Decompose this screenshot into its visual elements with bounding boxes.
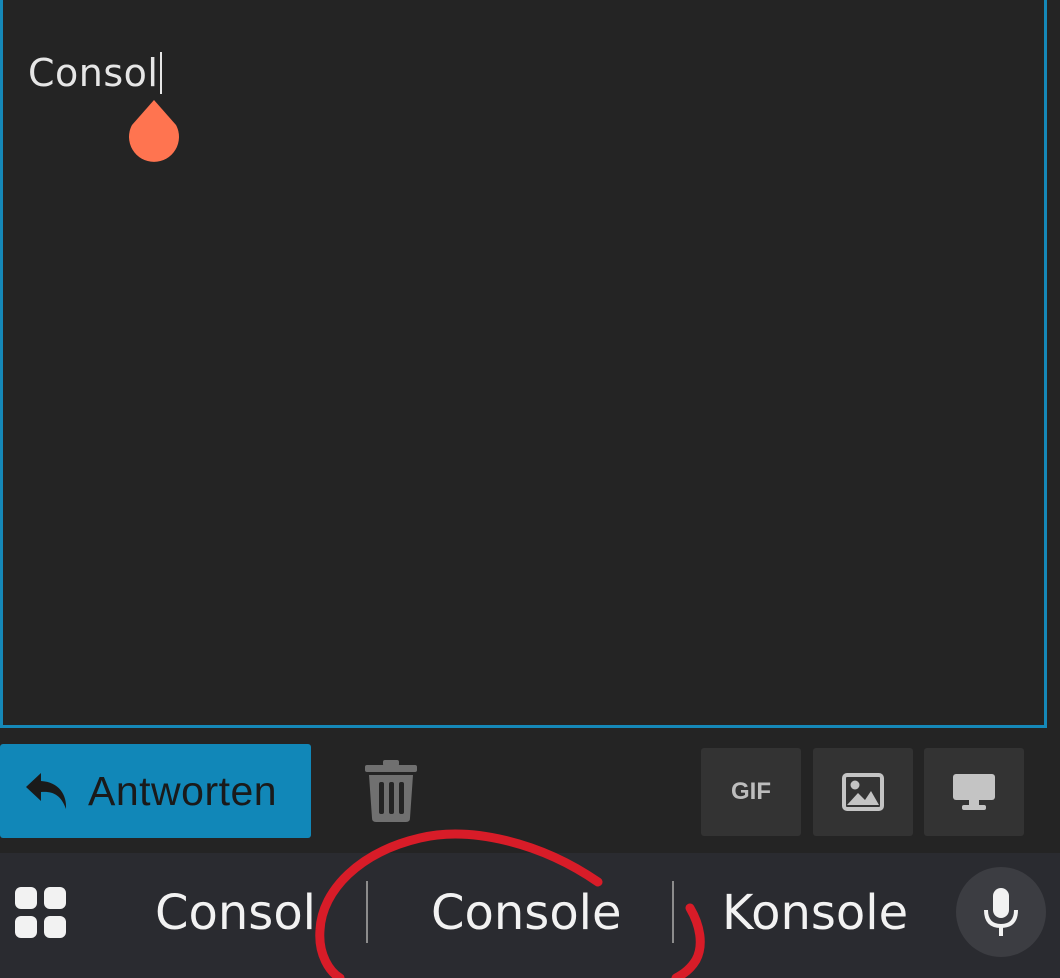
reply-button-label: Antworten bbox=[88, 767, 278, 814]
reply-button[interactable]: Antworten bbox=[0, 744, 311, 838]
suggestion-1[interactable]: Consol bbox=[155, 883, 316, 943]
trash-icon[interactable] bbox=[363, 760, 419, 822]
suggestion-divider bbox=[366, 881, 368, 943]
editor-toolbar: Antworten GIF bbox=[0, 733, 1060, 853]
suggestion-2[interactable]: Console bbox=[431, 883, 622, 943]
gif-button[interactable]: GIF bbox=[701, 748, 801, 836]
cursor-handle-icon[interactable] bbox=[127, 100, 181, 163]
microphone-icon bbox=[984, 888, 1018, 936]
reply-arrow-icon bbox=[26, 773, 67, 809]
image-icon bbox=[842, 773, 884, 811]
gif-label: GIF bbox=[731, 778, 771, 805]
editor-text: Consol bbox=[28, 51, 159, 95]
keyboard-suggestion-bar: Consol Console Konsole bbox=[0, 853, 1060, 978]
microphone-button[interactable] bbox=[956, 867, 1046, 957]
text-caret bbox=[160, 52, 163, 94]
image-button[interactable] bbox=[813, 748, 913, 836]
screen-share-button[interactable] bbox=[924, 748, 1024, 836]
monitor-icon bbox=[953, 774, 995, 810]
suggestion-3[interactable]: Konsole bbox=[722, 883, 908, 943]
suggestion-divider bbox=[672, 881, 674, 943]
apps-grid-icon[interactable] bbox=[15, 887, 67, 939]
editor-content[interactable]: Consol bbox=[28, 51, 163, 95]
